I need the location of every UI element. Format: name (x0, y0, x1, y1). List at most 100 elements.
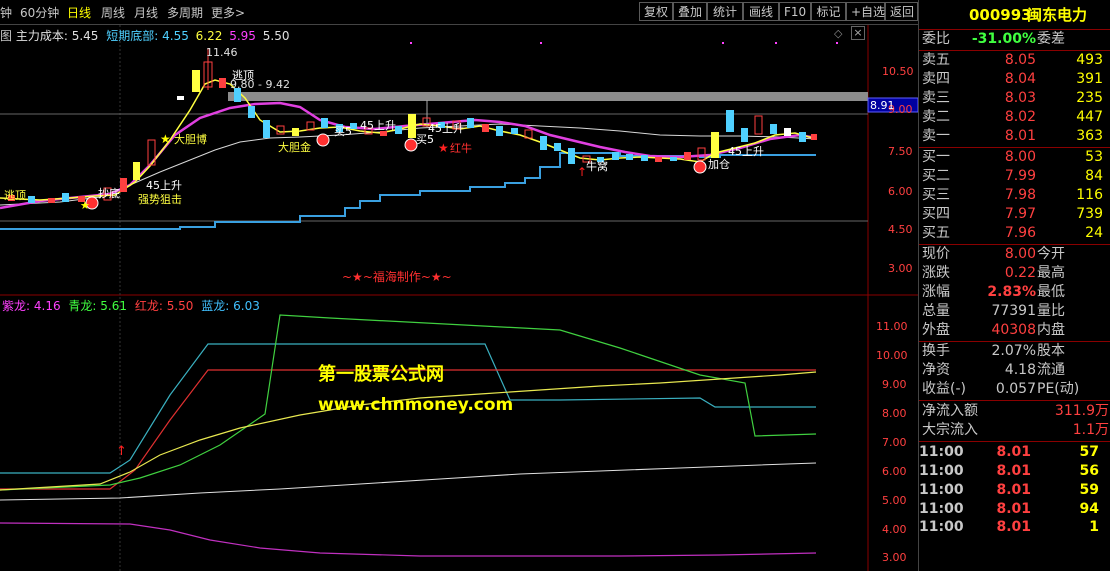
tab-monthly[interactable]: 月线 (134, 4, 158, 21)
bid-row-1[interactable]: 买一 8.00 53 (919, 148, 1110, 167)
svg-text:★: ★ (160, 132, 171, 146)
stat-value: 40308 (991, 322, 1036, 338)
sub-y-tick: 3.00 (882, 551, 907, 564)
stat-label-2: 内盘 (1037, 322, 1065, 338)
tick-time: 11:00 (919, 501, 964, 517)
tab-more[interactable]: 更多> (211, 4, 245, 21)
tab-daily[interactable]: 日线 (67, 4, 91, 21)
price-tag: 8.91 (870, 99, 895, 112)
annotation: 抄底 (98, 187, 120, 200)
stat2-value: 0.057 (995, 381, 1036, 397)
ask-label: 卖一 (922, 128, 950, 144)
svg-text:★: ★ (80, 199, 90, 212)
close-icon[interactable]: × (851, 26, 865, 40)
tick-price: 8.01 (996, 501, 1031, 517)
tick-row: 11:00 8.01 56 (919, 462, 1110, 481)
ask-price: 8.05 (1004, 52, 1036, 68)
stat-label-2: 最低 (1037, 284, 1065, 300)
stat2-row: 换手 2.07% 股本 (919, 342, 1110, 361)
weibi-label: 委比 (922, 31, 950, 47)
tick-price: 8.01 (996, 482, 1031, 498)
stat-label: 总量 (922, 303, 950, 319)
stat-value: 0.22 (1004, 265, 1036, 281)
ask-row-1[interactable]: 卖一 8.01 363 (919, 127, 1110, 146)
stat-value: 77391 (991, 303, 1036, 319)
draw-line-button[interactable]: 画线 (743, 2, 779, 21)
tick-time: 11:00 (919, 519, 964, 535)
watermark: ~★~福海制作~★~ (342, 270, 452, 284)
flow-value: 1.1万 (1072, 422, 1109, 438)
legend-value-purple: 4.16 (33, 299, 61, 313)
statistics-button[interactable]: 统计 (707, 2, 743, 21)
flow-label: 净流入额 (922, 403, 978, 419)
ask-price: 8.01 (1004, 128, 1036, 144)
flow-row: 净流入额 311.9万 (919, 402, 1110, 421)
tab-minute[interactable]: 钟 (0, 4, 12, 21)
indicator-value-4: 5.50 (262, 29, 290, 43)
sub-y-tick: 9.00 (882, 378, 907, 391)
f10-button[interactable]: F10 (779, 2, 811, 21)
weicha-label: 委差 (1037, 31, 1065, 47)
bid-volume: 24 (1085, 225, 1103, 241)
stock-header: 000993 闽东电力 (919, 6, 1110, 28)
annotation: 红牛 (450, 142, 472, 155)
bid-row-4[interactable]: 买四 7.97 739 (919, 205, 1110, 224)
stat2-row: 净资 4.18 流通 (919, 361, 1110, 380)
stat2-label-2: PE(动) (1037, 381, 1080, 397)
collapse-icon[interactable]: ◇ (834, 27, 842, 40)
stat-row: 现价 8.00 今开 (919, 245, 1110, 264)
sub-y-tick: 4.00 (882, 523, 907, 536)
ask-row-4[interactable]: 卖四 8.04 391 (919, 70, 1110, 89)
sub-y-tick: 8.00 (882, 407, 907, 420)
back-button[interactable]: 返回 (885, 2, 918, 21)
flow-value: 311.9万 (1054, 403, 1109, 419)
sub-y-tick: 7.00 (882, 436, 907, 449)
stat2-label-2: 股本 (1037, 343, 1065, 359)
stat-row: 外盘 40308 内盘 (919, 321, 1110, 340)
bid-label: 买五 (922, 225, 950, 241)
ask-row-5[interactable]: 卖五 8.05 493 (919, 51, 1110, 70)
ask-label: 卖四 (922, 71, 950, 87)
indicator-bar: 图 主力成本: 5.45 短期底部: 4.55 6.22 5.95 5.50 (0, 27, 289, 44)
stat-value: 8.00 (1004, 246, 1036, 262)
legend-value-red: 5.50 (166, 299, 194, 313)
stat2-label: 换手 (922, 343, 950, 359)
stat-row: 涨跌 0.22 最高 (919, 264, 1110, 283)
ask-label: 卖三 (922, 90, 950, 106)
legend-name-blue: 蓝龙: (201, 299, 230, 313)
svg-text:↑: ↑ (116, 444, 127, 459)
bid-row-5[interactable]: 买五 7.96 24 (919, 224, 1110, 243)
tick-time: 11:00 (919, 463, 964, 479)
tick-time: 11:00 (919, 482, 964, 498)
ask-row-2[interactable]: 卖二 8.02 447 (919, 108, 1110, 127)
tab-multi-period[interactable]: 多周期 (167, 4, 203, 21)
indicator-value-1: 4.55 (162, 29, 189, 43)
legend-value-green: 5.61 (100, 299, 128, 313)
tab-60min[interactable]: 60分钟 (20, 4, 59, 21)
bid-row-2[interactable]: 买二 7.99 84 (919, 167, 1110, 186)
quote-panel: 000993 闽东电力 委比 -31.00% 委差 卖五 8.05 493 卖四… (918, 0, 1110, 571)
mark-button[interactable]: 标记 (811, 2, 846, 21)
ask-row-3[interactable]: 卖三 8.03 235 (919, 89, 1110, 108)
chart-area[interactable]: ★ ★ ★ ↑ ↑ 图 主力成本: 5.45 短期底部: 4.55 6.22 5… (0, 25, 918, 571)
site-url: www.chnmoney.com (318, 395, 514, 415)
indicator-value-2: 6.22 (195, 29, 223, 43)
tab-weekly[interactable]: 周线 (101, 4, 125, 21)
overlay-button[interactable]: 叠加 (673, 2, 707, 21)
y-tick: 10.50 (882, 65, 914, 78)
tick-row: 11:00 8.01 59 (919, 481, 1110, 500)
sub-y-tick: 10.00 (876, 349, 908, 362)
restore-rights-button[interactable]: 复权 (639, 2, 673, 21)
stat2-label-2: 流通 (1037, 362, 1065, 378)
annotation: 45上升 (728, 145, 764, 158)
tick-row: 11:00 8.01 94 (919, 500, 1110, 519)
ask-volume: 493 (1076, 52, 1103, 68)
annotation: 大胆金 (278, 141, 311, 154)
tick-volume: 57 (1079, 444, 1099, 460)
ask-volume: 391 (1076, 71, 1103, 87)
bid-row-3[interactable]: 买三 7.98 116 (919, 186, 1110, 205)
ask-price: 8.02 (1004, 109, 1036, 125)
annotation: 牛窝 (586, 160, 608, 173)
add-favorite-button[interactable]: +自选 (846, 2, 885, 21)
y-tick: 6.00 (888, 185, 913, 198)
